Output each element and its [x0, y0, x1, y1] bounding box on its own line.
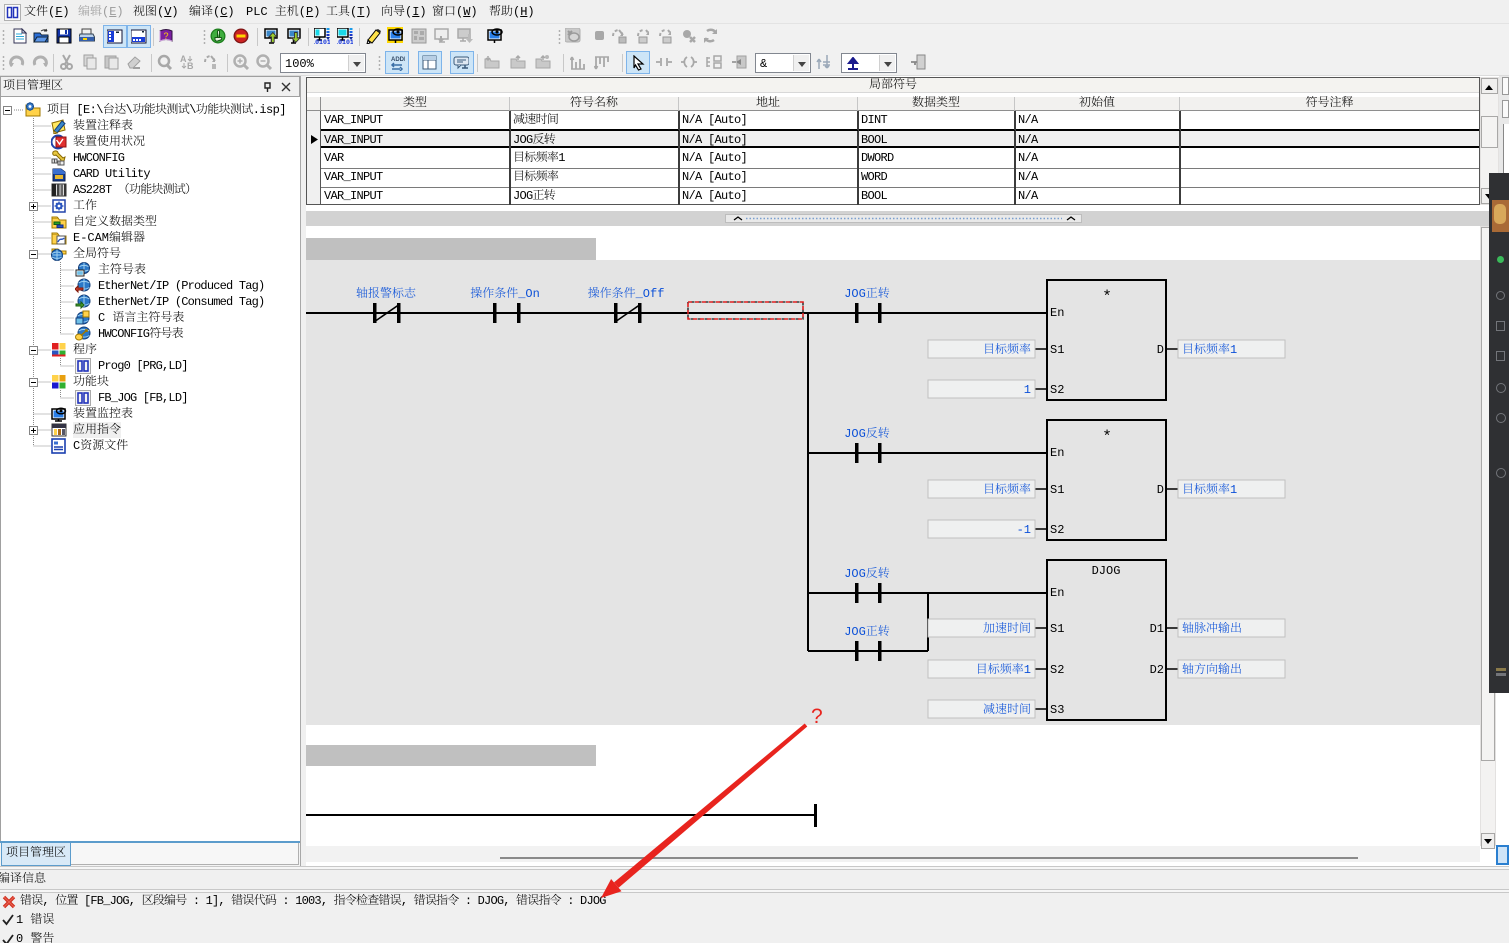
svg-text:?: ?: [811, 700, 823, 730]
